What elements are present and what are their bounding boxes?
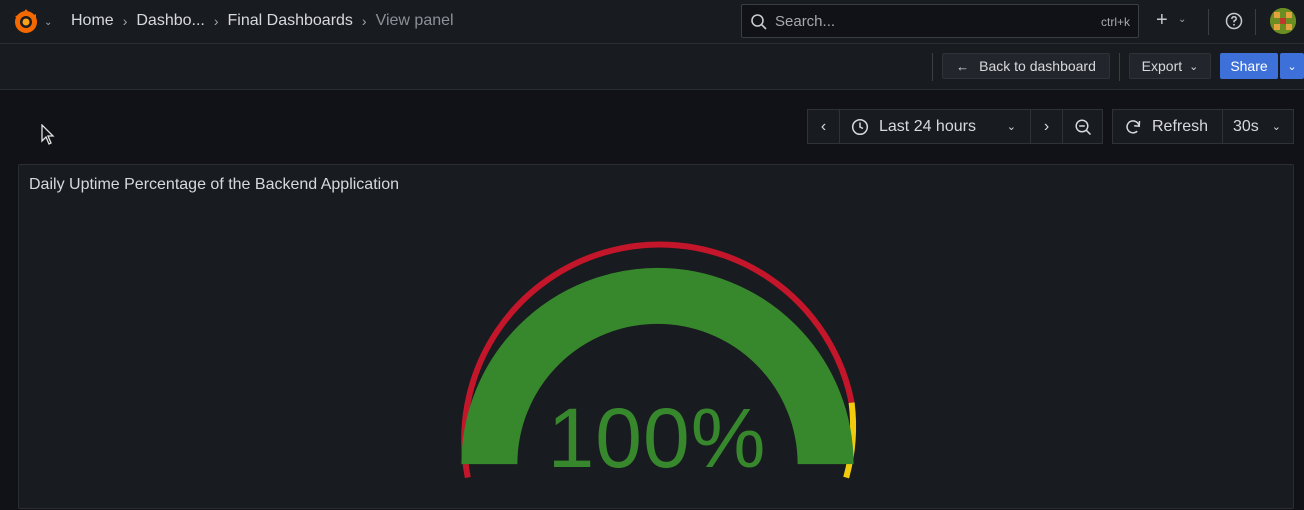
panel-toolbar: ← Back to dashboard Export ⌄ Share ⌄ xyxy=(0,44,1304,90)
divider xyxy=(932,53,933,81)
search-input[interactable]: Search... ctrl+k xyxy=(741,4,1139,38)
chevron-left-icon: ‹ xyxy=(820,117,827,135)
zoom-out-icon xyxy=(1074,118,1091,135)
breadcrumb-dashboards[interactable]: Dashbo... xyxy=(136,12,204,30)
refresh-label: Refresh xyxy=(1152,117,1209,135)
search-icon xyxy=(751,14,767,30)
plus-icon[interactable]: + xyxy=(1156,10,1168,30)
zoom-out-button[interactable] xyxy=(1062,109,1103,144)
share-label: Share xyxy=(1230,58,1268,74)
refresh-interval-label: 30s xyxy=(1233,117,1259,135)
chevron-right-icon: › xyxy=(122,13,128,29)
search-placeholder: Search... xyxy=(775,13,836,30)
divider xyxy=(1208,9,1209,35)
refresh-button[interactable]: Refresh xyxy=(1112,109,1223,144)
back-to-dashboard-label: Back to dashboard xyxy=(979,58,1096,74)
divider xyxy=(1119,53,1120,81)
breadcrumb-view-panel: View panel xyxy=(375,12,454,29)
avatar[interactable] xyxy=(1270,8,1296,34)
export-button[interactable]: Export ⌄ xyxy=(1129,53,1211,79)
export-label: Export xyxy=(1141,58,1183,74)
home-menu-button[interactable]: ⌄ xyxy=(12,8,52,36)
time-range-label: Last 24 hours xyxy=(879,117,976,135)
chevron-right-icon: › xyxy=(1043,117,1050,135)
search-shortcut: ctrl+k xyxy=(1100,15,1130,29)
mouse-cursor-icon xyxy=(41,124,55,145)
top-navbar: ⌄ Home › Dashbo... › Final Dashboards › … xyxy=(0,0,1304,44)
chevron-down-icon: ⌄ xyxy=(1271,121,1281,133)
chevron-down-icon[interactable]: ⌄ xyxy=(1178,14,1186,25)
grafana-logo-icon xyxy=(15,9,37,33)
chevron-down-icon: ⌄ xyxy=(1006,121,1016,133)
time-shift-forward-button[interactable]: › xyxy=(1030,109,1063,144)
share-dropdown-button[interactable]: ⌄ xyxy=(1280,53,1304,79)
back-to-dashboard-button[interactable]: ← Back to dashboard xyxy=(942,53,1110,79)
chevron-down-icon: ⌄ xyxy=(44,16,53,28)
time-range-picker[interactable]: Last 24 hours ⌄ xyxy=(839,109,1031,144)
arrow-left-icon: ← xyxy=(956,58,970,74)
breadcrumb: Home › Dashbo... › Final Dashboards › Vi… xyxy=(71,12,454,30)
chevron-right-icon: › xyxy=(213,13,219,29)
breadcrumb-final-dashboards[interactable]: Final Dashboards xyxy=(228,12,353,30)
help-icon[interactable] xyxy=(1225,12,1243,30)
share-button[interactable]: Share xyxy=(1220,53,1278,79)
chevron-down-icon: ⌄ xyxy=(1189,60,1199,73)
chevron-right-icon: › xyxy=(361,13,367,29)
refresh-interval-picker[interactable]: 30s ⌄ xyxy=(1222,109,1294,144)
breadcrumb-home[interactable]: Home xyxy=(71,12,114,30)
gauge-panel: Daily Uptime Percentage of the Backend A… xyxy=(18,164,1294,509)
gauge-value: 100% xyxy=(547,391,767,485)
divider xyxy=(1255,9,1256,35)
time-shift-back-button[interactable]: ‹ xyxy=(807,109,840,144)
refresh-icon xyxy=(1126,119,1141,134)
clock-icon xyxy=(851,118,869,135)
chevron-down-icon: ⌄ xyxy=(1287,60,1297,73)
